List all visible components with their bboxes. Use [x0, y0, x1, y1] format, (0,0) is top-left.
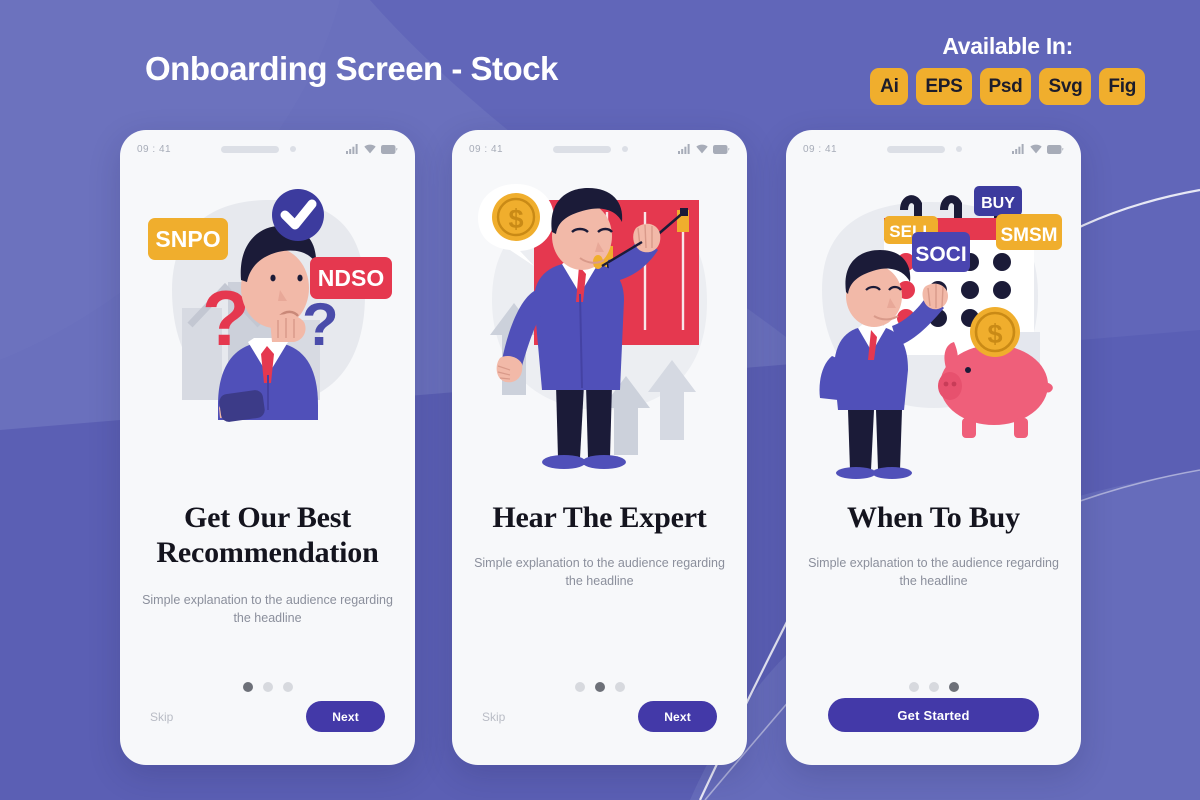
format-badge-ai: Ai	[870, 68, 909, 105]
status-bar-icons	[346, 144, 398, 154]
skip-link[interactable]: Skip	[150, 710, 173, 724]
onboarding-screen-3: 09 : 41 SELL BUY SMSM SOCI $ When To Buy…	[786, 130, 1081, 765]
available-label: Available In:	[942, 33, 1074, 59]
headline: Hear The Expert	[492, 501, 707, 534]
page-indicator[interactable]	[452, 682, 747, 692]
subtitle: Simple explanation to the audience regar…	[808, 556, 1059, 588]
page-dot-3[interactable]	[948, 682, 959, 692]
camera-icon	[956, 146, 963, 152]
camera-icon	[290, 146, 297, 152]
next-button[interactable]: Next	[638, 701, 717, 732]
svg-text:NDSO: NDSO	[318, 265, 384, 291]
wifi-icon	[696, 144, 708, 154]
battery-icon	[381, 144, 398, 154]
headline: When To Buy	[847, 501, 1020, 534]
page-dot-1[interactable]	[242, 682, 253, 692]
svg-text:?: ?	[302, 291, 339, 358]
status-bar-icons	[678, 144, 730, 154]
screen-footer-2: Skip Next	[452, 701, 747, 732]
screen-footer-3: Get Started	[786, 698, 1081, 732]
page-dot-1[interactable]	[908, 682, 919, 692]
format-badge-eps: EPS	[916, 68, 972, 105]
confused-investor-illustration: ? ? SNPO NDSO	[120, 170, 415, 500]
format-badge-fig: Fig	[1099, 68, 1145, 105]
status-bar-notch	[503, 145, 678, 153]
calendar-buy-sell-illustration: SELL BUY SMSM SOCI $	[786, 170, 1081, 500]
status-bar-notch	[171, 145, 346, 153]
svg-text:SOCI: SOCI	[915, 243, 966, 266]
wifi-icon	[1030, 144, 1042, 154]
signal-icon	[1012, 144, 1024, 154]
signal-icon	[346, 144, 358, 154]
format-badge-psd: Psd	[979, 68, 1032, 105]
screen-text-2: Hear The Expert Simple explanation to th…	[452, 500, 747, 591]
screen-text-1: Get Our Best Recommendation Simple expla…	[120, 500, 415, 628]
status-bar: 09 : 41	[120, 130, 415, 168]
signal-icon	[678, 144, 690, 154]
headline: Get Our Best Recommendation	[156, 501, 379, 570]
svg-text:BUY: BUY	[981, 195, 1015, 212]
speaker-icon	[887, 145, 946, 153]
skip-link[interactable]: Skip	[482, 710, 505, 724]
onboarding-screen-2: 09 : 41 $ Hear The Expert Simple explana…	[452, 130, 747, 765]
page-indicator[interactable]	[120, 682, 415, 692]
format-badge-row: Ai EPS Psd Svg Fig	[870, 68, 1145, 105]
screen-footer-1: Skip Next	[120, 701, 415, 732]
svg-text:$: $	[987, 319, 1002, 349]
status-bar-time: 09 : 41	[803, 143, 838, 155]
battery-icon	[1047, 144, 1064, 154]
speaker-icon	[221, 145, 280, 153]
svg-text:SNPO: SNPO	[155, 226, 220, 252]
wifi-icon	[364, 144, 376, 154]
get-started-button[interactable]: Get Started	[828, 698, 1039, 732]
next-button[interactable]: Next	[306, 701, 385, 732]
status-bar-time: 09 : 41	[469, 143, 504, 155]
status-bar-icons	[1012, 144, 1064, 154]
page-dot-1[interactable]	[574, 682, 585, 692]
page-dot-2[interactable]	[928, 682, 939, 692]
status-bar-time: 09 : 41	[137, 143, 172, 155]
page-title: Onboarding Screen - Stock	[145, 50, 558, 87]
page-indicator[interactable]	[786, 682, 1081, 692]
page-dot-2[interactable]	[262, 682, 273, 692]
battery-icon	[713, 144, 730, 154]
status-bar-notch	[837, 145, 1012, 153]
onboarding-screen-1: 09 : 41 ? ? SNPO NDSO Get Our Best Recom…	[120, 130, 415, 765]
page-dot-2[interactable]	[594, 682, 605, 692]
svg-text:SMSM: SMSM	[1001, 225, 1058, 246]
page-dot-3[interactable]	[614, 682, 625, 692]
page-dot-3[interactable]	[282, 682, 293, 692]
subtitle: Simple explanation to the audience regar…	[142, 593, 393, 625]
status-bar: 09 : 41	[452, 130, 747, 168]
status-bar: 09 : 41	[786, 130, 1081, 168]
screen-text-3: When To Buy Simple explanation to the au…	[786, 500, 1081, 591]
subtitle: Simple explanation to the audience regar…	[474, 556, 725, 588]
speaker-icon	[553, 145, 612, 153]
available-formats: Available In: Ai EPS Psd Svg Fig	[870, 33, 1145, 105]
format-badge-svg: Svg	[1039, 68, 1092, 105]
svg-text:$: $	[508, 204, 523, 234]
expert-presenting-chart-illustration: $	[452, 170, 747, 500]
camera-icon	[622, 146, 629, 152]
